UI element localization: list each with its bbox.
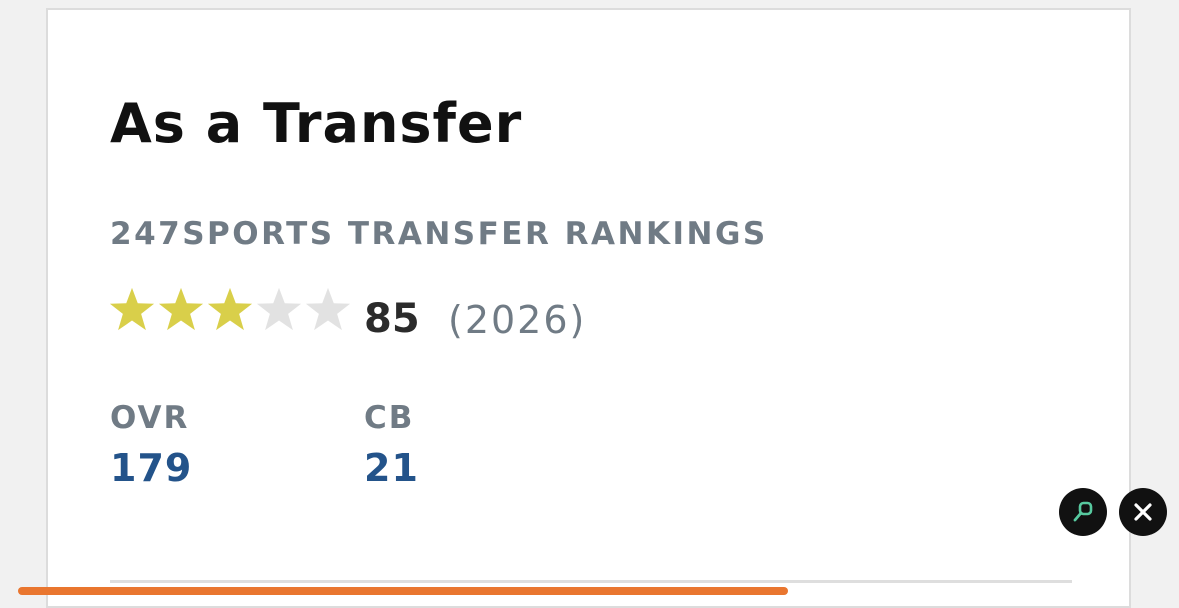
stat-value-position[interactable]: 21 [364, 446, 419, 490]
star-filled-icon [207, 287, 253, 331]
star-rating [108, 286, 352, 334]
stat-label-ovr: OVR [110, 400, 190, 436]
rating-score: 85 [364, 296, 420, 342]
transfer-card: As a Transfer 247SPORTS TRANSFER RANKING… [46, 8, 1131, 608]
stat-value-ovr[interactable]: 179 [110, 446, 192, 490]
star-empty-icon [305, 287, 351, 331]
divider [110, 580, 1072, 583]
link-button[interactable] [1059, 488, 1107, 536]
star-filled-icon [109, 287, 155, 331]
section-title: As a Transfer [110, 92, 523, 155]
rating-year: (2026) [448, 298, 587, 342]
rankings-subtitle: 247SPORTS TRANSFER RANKINGS [110, 216, 768, 252]
close-icon [1134, 503, 1152, 521]
star-empty-icon [256, 287, 302, 331]
link-icon [1073, 501, 1093, 522]
bottom-accent-bar [18, 587, 788, 595]
stat-label-position: CB [364, 400, 415, 436]
close-button[interactable] [1119, 488, 1167, 536]
star-filled-icon [158, 287, 204, 331]
